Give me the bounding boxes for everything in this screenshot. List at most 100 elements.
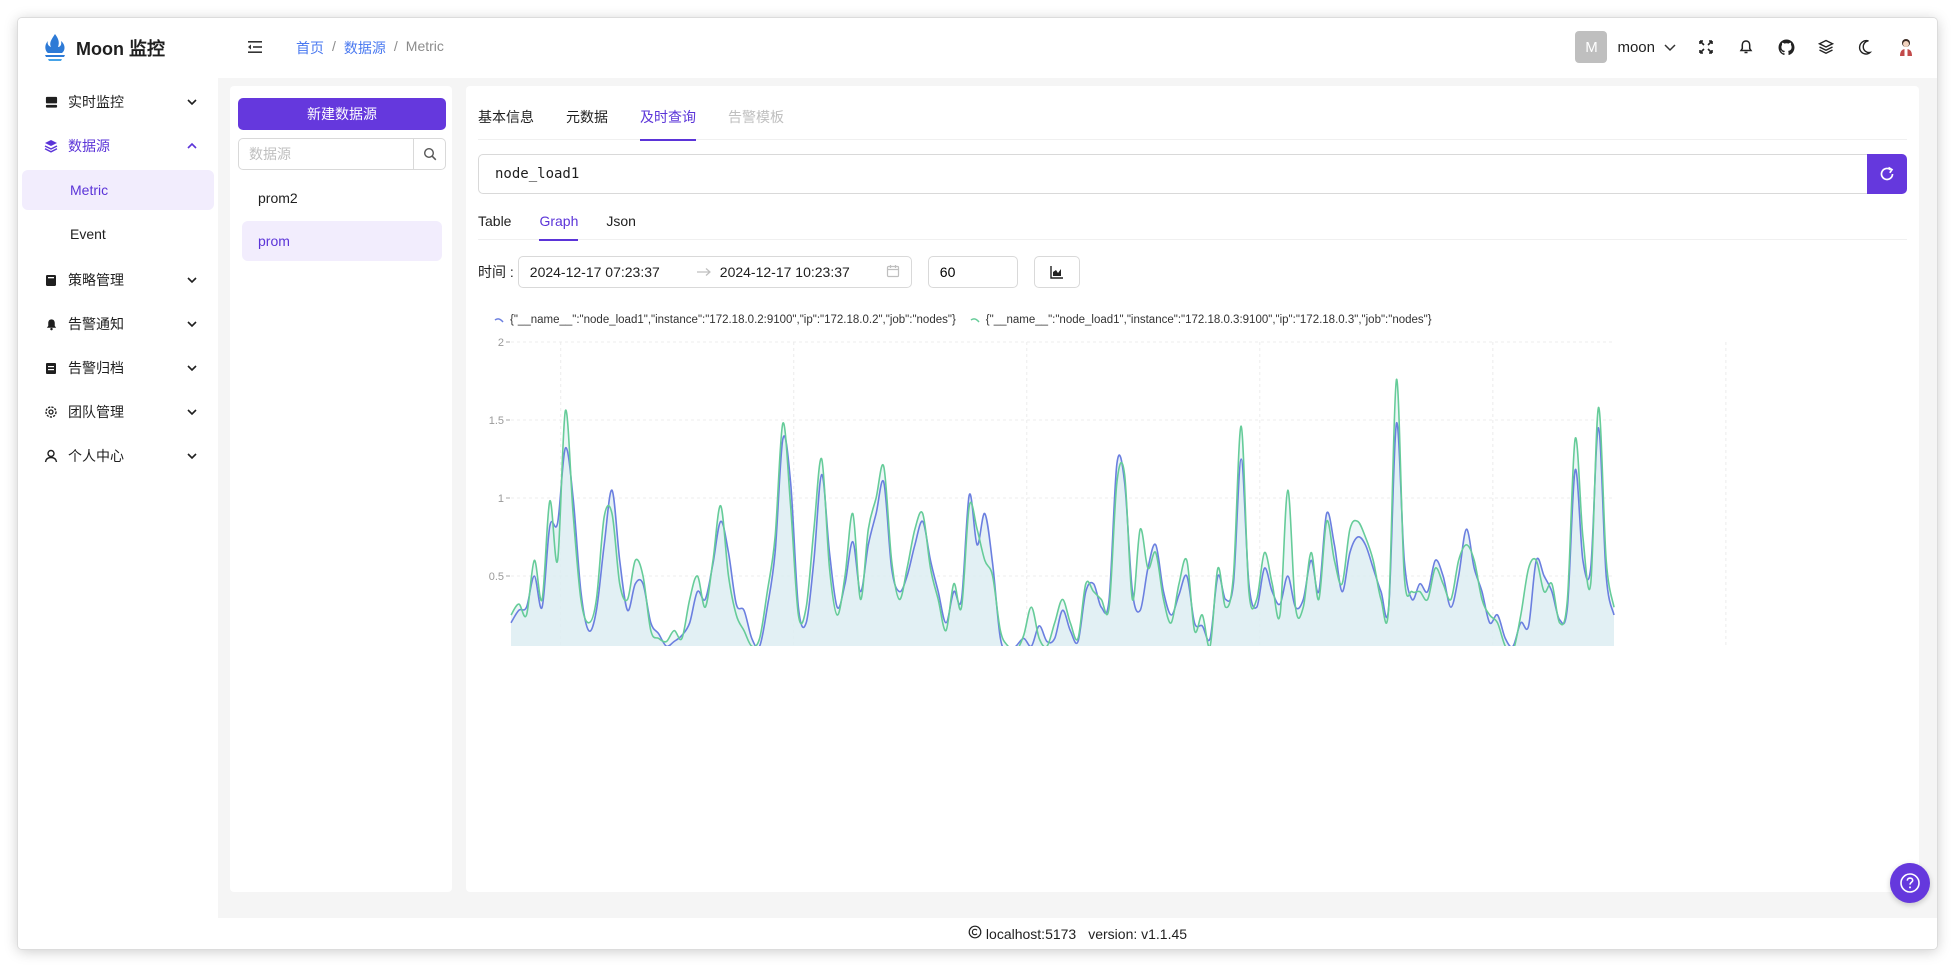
time-start[interactable]: 2024-12-17 07:23:37 <box>530 264 688 280</box>
datasource-item-prom[interactable]: prom <box>242 221 442 261</box>
tab-table[interactable]: Table <box>478 202 511 240</box>
legend-label: {"__name__":"node_load1","instance":"172… <box>985 314 1432 326</box>
sidebar-item-team[interactable]: 团队管理 <box>18 390 218 434</box>
legend-item-series-2[interactable]: {"__name__":"node_load1","instance":"172… <box>970 314 1432 326</box>
legend-label: {"__name__":"node_load1","instance":"172… <box>510 314 956 326</box>
chevron-down-icon <box>186 450 198 462</box>
bell-icon <box>44 317 58 331</box>
refresh-icon <box>1880 166 1894 181</box>
app-title: Moon 监控 <box>76 39 165 59</box>
sidebar-item-profile[interactable]: 个人中心 <box>18 434 218 478</box>
tab-basic-info[interactable]: 基本信息 <box>478 94 534 140</box>
promql-query-input[interactable] <box>478 154 1867 194</box>
sidebar-item-label: 告警归档 <box>68 360 124 376</box>
search-icon[interactable] <box>413 139 445 169</box>
app-window: Moon 监控 实时监控 数据源 Metric Event 策略管理 告警通知 … <box>18 18 1937 949</box>
sidebar-item-label: 告警通知 <box>68 316 124 332</box>
time-range-picker[interactable]: 2024-12-17 07:23:37 2024-12-17 10:23:37 <box>517 256 912 288</box>
legend-item-series-1[interactable]: {"__name__":"node_load1","instance":"172… <box>494 314 956 326</box>
app-logo[interactable]: Moon 监控 <box>42 30 165 66</box>
breadcrumb-separator: / <box>332 38 336 54</box>
sidebar-item-alarm-archive[interactable]: 告警归档 <box>18 346 218 390</box>
question-icon <box>1900 873 1920 893</box>
moon-logo-icon <box>45 34 65 61</box>
result-tabs: Table Graph Json <box>478 202 1907 241</box>
sidebar-item-realtime[interactable]: 实时监控 <box>18 80 218 124</box>
book-icon <box>44 273 58 287</box>
time-controls: 时间 : 2024-12-17 07:23:37 2024-12-17 10:2… <box>478 256 1080 288</box>
user-avatar-icon[interactable] <box>1897 38 1915 56</box>
query-row <box>478 154 1907 194</box>
moon-icon[interactable] <box>1857 38 1875 56</box>
timeseries-chart: 00.511.5207:3008 AM08:3009 AM09:3010 AM <box>489 337 1727 646</box>
archive-icon <box>44 361 58 375</box>
new-datasource-button[interactable]: 新建数据源 <box>238 98 446 130</box>
chevron-down-icon[interactable] <box>1661 38 1679 56</box>
y-tick-label: 0.5 <box>489 571 504 583</box>
sidebar-item-alarm-notify[interactable]: 告警通知 <box>18 302 218 346</box>
y-tick-label: 1.5 <box>489 415 504 427</box>
layers-icon[interactable] <box>1817 38 1835 56</box>
tab-instant-query[interactable]: 及时查询 <box>640 94 696 141</box>
sidebar-subitem-event[interactable]: Event <box>22 214 214 254</box>
sidebar: Moon 监控 实时监控 数据源 Metric Event 策略管理 告警通知 … <box>18 18 218 949</box>
sidebar-item-label: 数据源 <box>68 138 110 154</box>
tab-alarm-template: 告警模板 <box>728 109 784 125</box>
legend-line-icon <box>494 318 504 323</box>
monitor-icon <box>44 95 58 109</box>
bell-icon[interactable] <box>1737 38 1755 56</box>
y-tick-label: 1 <box>498 493 504 505</box>
chevron-up-icon <box>186 140 198 152</box>
breadcrumb-datasource[interactable]: 数据源 <box>344 38 386 58</box>
top-header: 首页 / 数据源 / Metric M moon <box>218 18 1937 78</box>
area-chart-icon <box>1050 266 1063 279</box>
breadcrumb-current: Metric <box>405 38 444 54</box>
avatar[interactable]: M <box>1575 31 1608 63</box>
fullscreen-icon[interactable] <box>1697 38 1715 56</box>
arrow-right-icon <box>696 264 712 280</box>
tab-graph[interactable]: Graph <box>539 202 578 241</box>
chevron-down-icon <box>186 362 198 374</box>
chevron-down-icon <box>186 318 198 330</box>
datasource-search <box>238 138 446 170</box>
legend-line-icon <box>970 318 980 323</box>
step-input[interactable] <box>927 256 1018 288</box>
refresh-query-button[interactable] <box>1867 154 1907 194</box>
tab-json[interactable]: Json <box>606 202 636 240</box>
calendar-icon <box>886 264 900 281</box>
breadcrumb-home[interactable]: 首页 <box>296 38 324 58</box>
user-icon <box>44 449 58 463</box>
menu-fold-icon[interactable] <box>246 38 264 56</box>
sidebar-item-strategy[interactable]: 策略管理 <box>18 258 218 302</box>
username[interactable]: moon <box>1617 39 1655 56</box>
time-end[interactable]: 2024-12-17 10:23:37 <box>720 264 878 280</box>
sidebar-subitem-metric[interactable]: Metric <box>22 170 214 210</box>
chevron-down-icon <box>186 274 198 286</box>
sidebar-item-label: 个人中心 <box>68 448 124 464</box>
gear-icon <box>44 405 58 419</box>
sidebar-item-label: 策略管理 <box>68 272 124 288</box>
breadcrumb: 首页 / 数据源 / Metric <box>296 38 444 58</box>
sidebar-item-label: 团队管理 <box>68 404 124 420</box>
datasource-item-prom2[interactable]: prom2 <box>242 178 442 218</box>
tab-metadata[interactable]: 元数据 <box>566 94 608 140</box>
time-label: 时间 : <box>478 264 514 280</box>
github-icon[interactable] <box>1777 38 1795 56</box>
datasource-search-input[interactable] <box>239 139 413 169</box>
y-tick-label: 2 <box>498 337 504 349</box>
side-menu: 实时监控 数据源 Metric Event 策略管理 告警通知 告警归档 团队管… <box>18 80 218 478</box>
chevron-down-icon <box>186 96 198 108</box>
datasource-detail-panel: 基本信息 元数据 及时查询 告警模板 Table Graph Json 时间 :… <box>466 86 1919 892</box>
detail-tabs: 基本信息 元数据 及时查询 告警模板 <box>478 94 1907 141</box>
header-toolbar: M moon <box>1575 30 1915 64</box>
copyright-icon <box>968 925 982 942</box>
footer-host: localhost:5173 <box>985 925 1077 942</box>
chart-legend: {"__name__":"node_load1","instance":"172… <box>494 314 1432 326</box>
sidebar-item-datasource[interactable]: 数据源 <box>18 124 218 168</box>
datasource-panel: 新建数据源 prom2 prom <box>230 86 452 892</box>
chart-type-button[interactable] <box>1033 256 1080 288</box>
footer-version: version: v1.1.45 <box>1088 925 1188 942</box>
breadcrumb-separator: / <box>393 38 398 54</box>
series-area-2 <box>511 379 1614 646</box>
help-button[interactable] <box>1890 863 1930 903</box>
